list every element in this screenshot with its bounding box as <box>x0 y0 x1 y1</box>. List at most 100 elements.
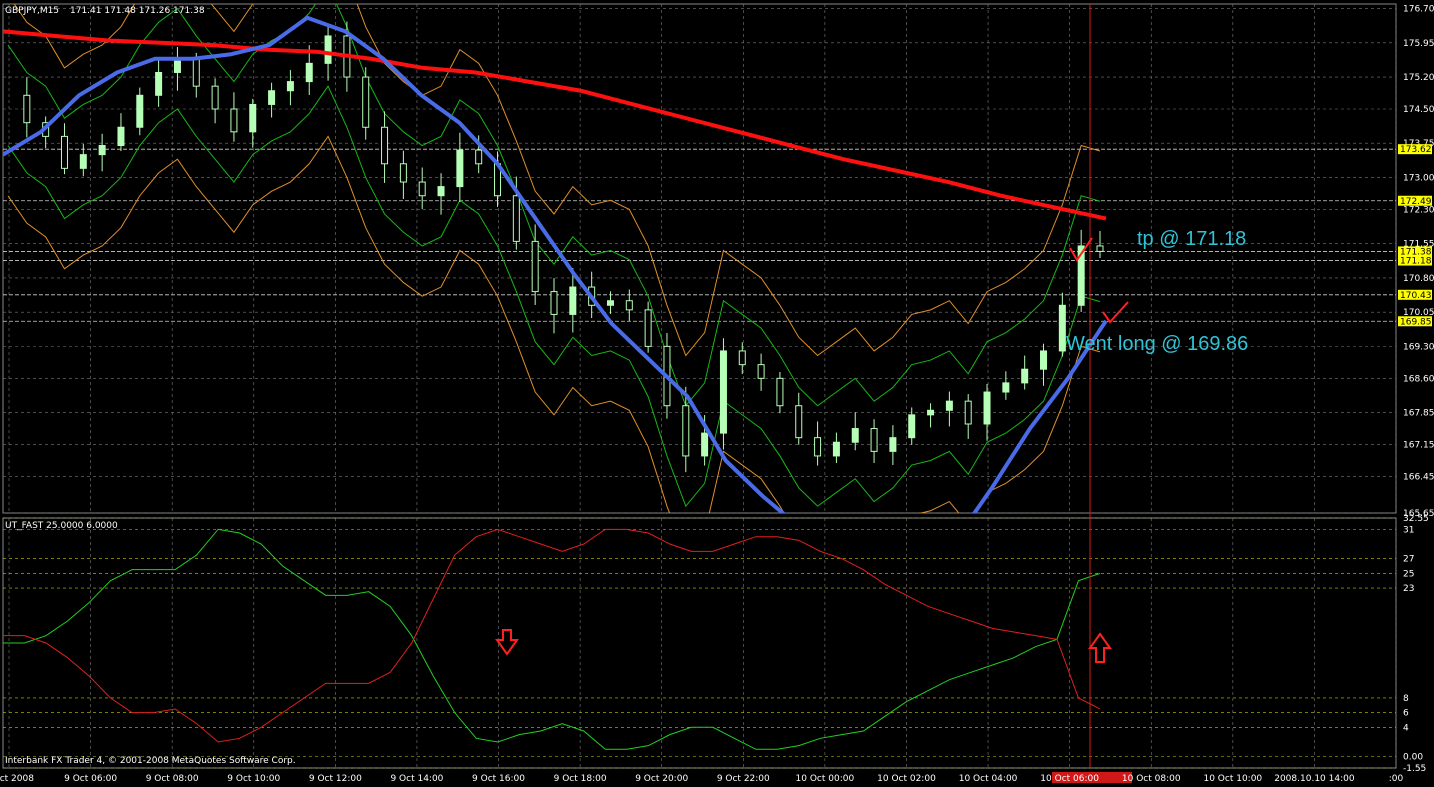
time-tick-label: 10 Oct 10:00 <box>1203 774 1262 784</box>
candle-body <box>305 62 313 83</box>
candle-body <box>945 400 953 411</box>
indicator-tick-label: 31 <box>1403 525 1414 535</box>
price-tick-label: 174.50 <box>1403 105 1434 115</box>
price-tick-label: 166.45 <box>1403 472 1434 482</box>
candle-body <box>192 58 200 87</box>
price-tick-label: 168.60 <box>1403 374 1434 384</box>
price-tick-label: 170.80 <box>1403 274 1434 284</box>
time-tick-label: 9 Oct 18:00 <box>554 774 607 784</box>
candle-body <box>851 428 859 443</box>
candle-body <box>927 409 935 416</box>
price-level-label: 173.62 <box>1400 145 1432 155</box>
price-tick-label: 173.00 <box>1403 173 1434 183</box>
candle-body <box>701 432 709 457</box>
candle-body <box>1002 382 1010 393</box>
candle-body <box>625 300 633 311</box>
candle-body <box>889 437 897 452</box>
chart-grid <box>2 3 1397 769</box>
candle-body <box>1096 245 1104 252</box>
candle-body <box>682 405 690 457</box>
candle-body <box>286 81 294 92</box>
indicator-green-line <box>3 528 1101 750</box>
candle-body <box>230 108 238 133</box>
candle-body <box>211 85 219 110</box>
trading-chart[interactable]: 9 Oct 2008 9 Oct 06:00 9 Oct 08:00 9 Oct 10… <box>0 0 1434 787</box>
take-profit-annotation: tp @ 171.18 <box>1137 228 1246 250</box>
price-level-label: 171.18 <box>1400 257 1432 267</box>
indicator-tick-label: 4 <box>1403 723 1409 733</box>
time-tick-label: 10 Oct 00:00 <box>796 774 855 784</box>
time-tick-label: 10 Oct 02:00 <box>877 774 936 784</box>
candle-body <box>832 441 840 457</box>
time-tick-label: :00 <box>1389 774 1404 784</box>
candle-body <box>362 76 370 128</box>
time-tick-label: 2008.10.10 14:00 <box>1274 774 1355 784</box>
candle-body <box>381 126 389 165</box>
price-tick-label: 175.20 <box>1403 73 1434 83</box>
time-tick-label: 10 Oct 04:00 <box>959 774 1018 784</box>
candle-body <box>1021 368 1029 384</box>
candle-body <box>475 149 483 165</box>
candle-body <box>136 94 144 128</box>
time-tick-label: 9 Oct 06:00 <box>64 774 117 784</box>
time-tick-label: 9 Oct 12:00 <box>309 774 362 784</box>
time-tick-label: 9 Oct 2008 <box>0 774 34 784</box>
candle-body <box>399 163 407 183</box>
candle-body <box>908 414 916 439</box>
down-arrow-icon <box>495 629 519 656</box>
envelope-band <box>7 4 1101 407</box>
indicator-panel-frame <box>2 517 1397 769</box>
candle-body <box>719 350 727 434</box>
price-tick-label: 167.85 <box>1403 409 1434 419</box>
main-panel-frame <box>2 3 1397 514</box>
copyright-label: Interbank FX Trader 4, © 2001-2008 MetaQ… <box>5 756 296 766</box>
price-tick-label: 176.70 <box>1403 5 1434 15</box>
candle-body <box>60 135 68 169</box>
indicator-tick-label: -1.55 <box>1403 764 1426 774</box>
candle-body <box>1058 304 1066 352</box>
indicator-tick-label: 6 <box>1403 709 1409 719</box>
time-tick-label: 10 Oct 08:00 <box>1122 774 1181 784</box>
candle-body <box>324 35 332 64</box>
indicator-red-line <box>3 528 1101 743</box>
candle-body <box>456 149 464 188</box>
candle-body <box>512 195 520 242</box>
price-level-label: 170.43 <box>1400 291 1432 301</box>
time-tick-label: 9 Oct 08:00 <box>146 774 199 784</box>
ohlc-readout: 171.41 171.48 171.26 171.38 <box>70 6 205 16</box>
time-tick-label: 9 Oct 14:00 <box>390 774 443 784</box>
up-arrow-icon <box>1088 632 1112 663</box>
price-tick-label: 169.30 <box>1403 342 1434 352</box>
candle-body <box>550 291 558 315</box>
candle-body <box>268 90 276 105</box>
candle-body <box>117 126 125 147</box>
candle-body <box>249 103 257 133</box>
indicator-label: UT_FAST 25.0000 6.0000 <box>5 521 118 531</box>
ut-fast-indicator-lines <box>3 528 1101 750</box>
candle-body <box>644 309 652 347</box>
candle-body <box>531 240 539 293</box>
candle-body <box>795 405 803 439</box>
candle-body <box>1040 350 1048 370</box>
symbol-label: GBPJPY,M15 <box>5 6 59 16</box>
price-level-label: 169.85 <box>1400 317 1432 327</box>
price-level-label: 172.49 <box>1400 197 1432 207</box>
candle-body <box>870 428 878 452</box>
candle-body <box>738 350 746 366</box>
candle-body <box>98 145 106 156</box>
indicator-tick-label: 32.55 <box>1403 514 1429 524</box>
indicator-tick-label: 25 <box>1403 569 1414 579</box>
candle-body <box>776 377 784 407</box>
candle-body <box>983 391 991 425</box>
candle-body <box>418 181 426 197</box>
candle-body <box>606 300 614 306</box>
candle-body <box>155 71 163 96</box>
price-tick-label: 167.15 <box>1403 441 1434 451</box>
candle-body <box>79 154 87 169</box>
indicator-tick-label: 27 <box>1403 555 1414 565</box>
time-tick-label: 9 Oct 20:00 <box>635 774 688 784</box>
candle-body <box>757 364 765 379</box>
price-tick-label: 175.95 <box>1403 39 1434 49</box>
time-tick-label: 9 Oct 10:00 <box>227 774 280 784</box>
indicator-tick-label: 0.00 <box>1403 753 1423 763</box>
